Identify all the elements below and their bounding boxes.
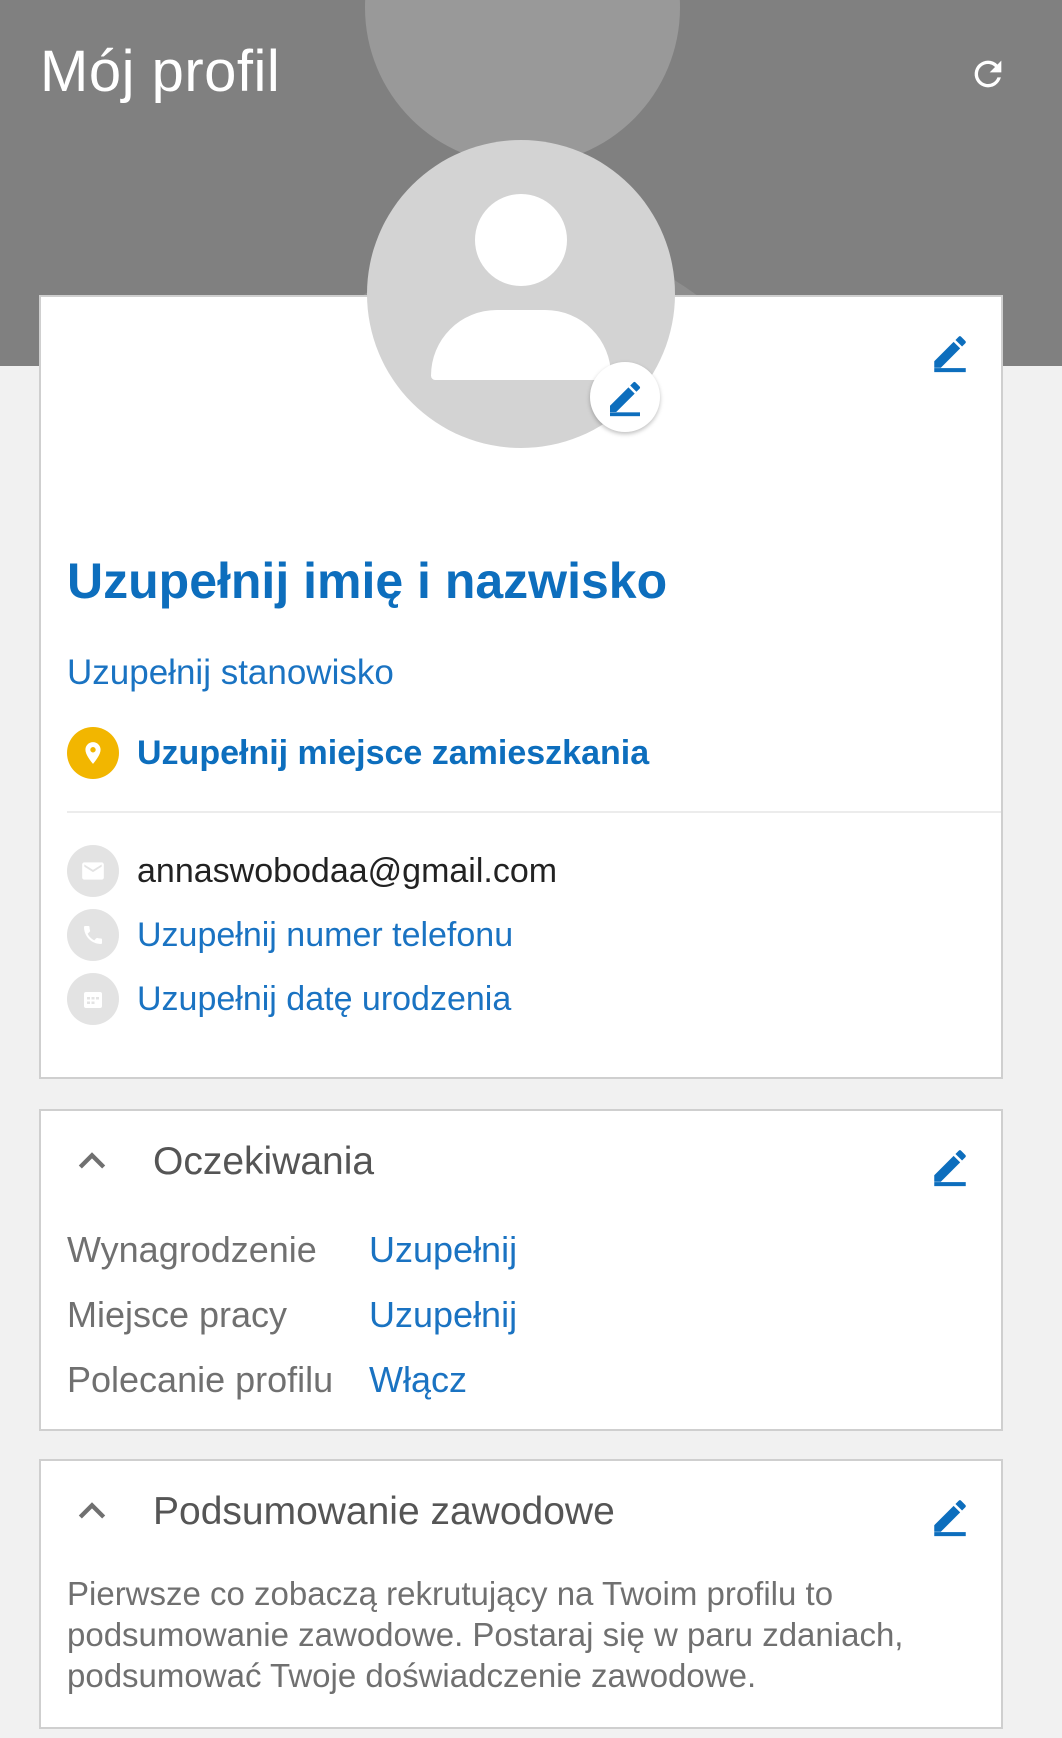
phone-row[interactable]: Uzupełnij numer telefonu: [67, 909, 513, 961]
summary-toggle[interactable]: Podsumowanie zawodowe: [67, 1487, 615, 1537]
salary-value[interactable]: Uzupełnij: [369, 1229, 517, 1271]
user-placeholder-icon: [475, 194, 567, 286]
profile-recommend-value[interactable]: Włącz: [369, 1359, 467, 1401]
edit-profile-button[interactable]: [925, 327, 975, 377]
email-value: annaswobodaa@gmail.com: [137, 851, 558, 890]
workplace-row: Miejsce pracy Uzupełnij: [67, 1294, 517, 1336]
chevron-up-icon: [67, 1137, 117, 1187]
summary-text: Pierwsze co zobaczą rekrutujący na Twoim…: [67, 1575, 904, 1694]
calendar-icon: [67, 973, 119, 1025]
expectations-card: Oczekiwania Wynagrodzenie Uzupełnij Miej…: [39, 1109, 1003, 1431]
email-row: annaswobodaa@gmail.com: [67, 845, 557, 897]
refresh-icon[interactable]: [958, 44, 1018, 104]
phone-icon: [67, 909, 119, 961]
position-placeholder[interactable]: Uzupełnij stanowisko: [67, 653, 394, 693]
workplace-value[interactable]: Uzupełnij: [369, 1294, 517, 1336]
edit-summary-button[interactable]: [925, 1491, 975, 1541]
section-title: Oczekiwania: [153, 1140, 375, 1183]
chevron-up-icon: [67, 1487, 117, 1537]
edit-avatar-button[interactable]: [590, 362, 660, 432]
edit-expectations-button[interactable]: [925, 1141, 975, 1191]
summary-card: Podsumowanie zawodowe Pierwsze co zobacz…: [39, 1459, 1003, 1729]
row-label: Miejsce pracy: [67, 1294, 288, 1335]
location-placeholder: Uzupełnij miejsce zamieszkania: [137, 733, 650, 772]
section-title: Podsumowanie zawodowe: [153, 1490, 615, 1533]
profile-recommend-row: Polecanie profilu Włącz: [67, 1359, 467, 1401]
divider: [67, 811, 1001, 813]
email-icon: [67, 845, 119, 897]
location-row[interactable]: Uzupełnij miejsce zamieszkania: [67, 727, 649, 779]
row-label: Polecanie profilu: [67, 1359, 334, 1400]
salary-row: Wynagrodzenie Uzupełnij: [67, 1229, 517, 1271]
expectations-toggle[interactable]: Oczekiwania: [67, 1137, 374, 1187]
row-label: Wynagrodzenie: [67, 1229, 317, 1270]
user-placeholder-icon: [431, 310, 611, 380]
birthdate-row[interactable]: Uzupełnij datę urodzenia: [67, 973, 511, 1025]
phone-placeholder: Uzupełnij numer telefonu: [137, 915, 514, 954]
location-pin-icon: [67, 727, 119, 779]
name-placeholder[interactable]: Uzupełnij imię i nazwisko: [67, 552, 667, 610]
birthdate-placeholder: Uzupełnij datę urodzenia: [137, 979, 512, 1018]
page-title: Mój profil: [40, 39, 281, 104]
